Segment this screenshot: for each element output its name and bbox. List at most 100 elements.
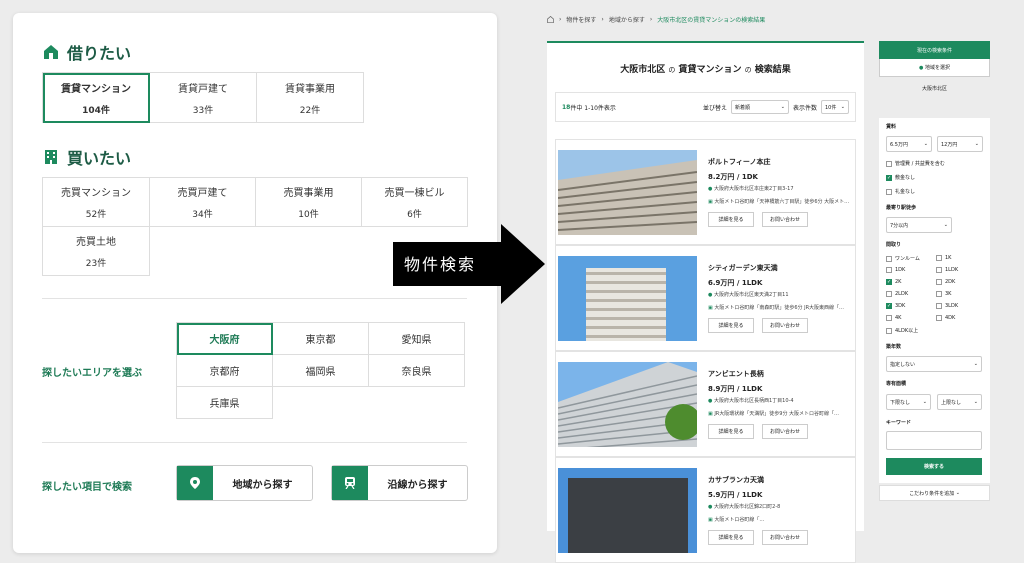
keyword-input[interactable]: [886, 431, 982, 450]
property-photo[interactable]: [558, 362, 697, 447]
contact-button[interactable]: お問い合わせ: [762, 212, 808, 227]
rent-item-mansion[interactable]: 賃貸マンション 104件: [43, 73, 150, 123]
crumb-item[interactable]: 地域から探す: [609, 15, 645, 24]
breadcrumb: › 物件を探す › 地域から探す › 大阪市北区の賃貸マンションの検索結果: [547, 15, 765, 24]
crumb-item[interactable]: 物件を探す: [566, 15, 596, 24]
property-address: ● 大阪府大阪市北区本庄東2丁目3-17: [708, 186, 794, 192]
property-name[interactable]: ポルトフィーノ本庄: [708, 157, 770, 167]
pref-fukuoka[interactable]: 福岡県: [273, 355, 369, 387]
age-label: 築年数: [886, 344, 902, 350]
property-price: 8.9万円 / 1LDK: [708, 385, 763, 393]
property-address: ● 大阪府大阪市北区東天満2丁目11: [708, 292, 789, 298]
walk-select[interactable]: 7分以内 ⌄: [886, 217, 952, 233]
layout-option[interactable]: 1LDK: [936, 267, 958, 273]
layout-option[interactable]: 4LDK以上: [886, 327, 918, 334]
opt-no-deposit[interactable]: ✓ 敷金なし: [886, 174, 915, 181]
result-count: 18: [562, 103, 571, 111]
property-station: ▣ 大阪メトロ谷町線「南森町駅」徒歩6分 JR大阪東西線「…: [708, 305, 845, 311]
buy-item-house[interactable]: 売買戸建て 34件: [150, 178, 256, 227]
property-address: ● 大阪府大阪市北区錦2口町2-8: [708, 504, 781, 510]
result-card[interactable]: ポルトフィーノ本庄 8.2万円 / 1DK ● 大阪府大阪市北区本庄東2丁目3-…: [555, 139, 856, 245]
train-icon: ▣: [708, 517, 713, 523]
contact-button[interactable]: お問い合わせ: [762, 318, 808, 333]
detail-button[interactable]: 詳細を見る: [708, 424, 754, 439]
building-icon: [45, 150, 57, 164]
layout-option[interactable]: 4K: [886, 315, 901, 321]
opt-include-fee[interactable]: 管理費 / 共益費を含む: [886, 160, 945, 167]
per-page-select[interactable]: 10件 ⌄: [821, 100, 849, 114]
property-station: ▣ 大阪メトロ谷町線「天神橋筋六丁目駅」徒歩6分 大阪メト…: [708, 199, 850, 205]
layout-option[interactable]: 4DK: [936, 315, 955, 321]
pref-kyoto[interactable]: 京都府: [177, 355, 273, 387]
pref-osaka[interactable]: 大阪府: [177, 323, 273, 355]
rent-title: 借りたい: [67, 44, 132, 63]
buy-item-land[interactable]: 売買土地 23件: [43, 227, 150, 276]
area-select-button[interactable]: ● 地域を選択: [879, 59, 990, 77]
map-pin-icon: ●: [708, 186, 713, 192]
layout-option[interactable]: 1DK: [886, 267, 905, 273]
add-conditions-button[interactable]: こだわり条件を追加 ⌄: [879, 485, 990, 501]
layout-option[interactable]: 2DK: [936, 279, 955, 285]
train-icon: ▣: [708, 305, 713, 311]
result-card[interactable]: カサブランカ天満 5.9万円 / 1LDK ● 大阪府大阪市北区錦2口町2-8 …: [555, 457, 856, 563]
sidebar: 現在の検索条件 ● 地域を選択 大阪市北区: [879, 41, 990, 99]
property-price: 6.9万円 / 1LDK: [708, 279, 763, 287]
layout-option[interactable]: ワンルーム: [886, 255, 920, 262]
rent-heading: 借りたい: [43, 40, 131, 64]
floor-max-select[interactable]: 上限なし ⌄: [937, 394, 982, 410]
search-by-line-button[interactable]: 沿線から探す: [331, 465, 468, 501]
rent-grid: 賃貸マンション 104件 賃貸戸建て 33件 賃貸事業用 22件: [42, 72, 364, 123]
prefecture-grid: 大阪府 東京都 愛知県 京都府 福岡県 奈良県 兵庫県: [176, 322, 465, 419]
property-name[interactable]: シティガーデン東天満: [708, 263, 778, 273]
buy-item-business[interactable]: 売買事業用 10件: [256, 178, 362, 227]
per-page-label: 表示件数: [792, 104, 817, 112]
property-name[interactable]: アンビエント長柄: [708, 369, 764, 379]
age-select[interactable]: 指定しない ⌄: [886, 356, 982, 372]
current-conditions-button[interactable]: 現在の検索条件: [879, 41, 990, 59]
rent-max-select[interactable]: 12万円 ⌄: [937, 136, 983, 152]
chevron-down-icon: ⌄: [780, 104, 785, 110]
layout-option[interactable]: 2LDK: [886, 291, 908, 297]
property-name[interactable]: カサブランカ天満: [708, 475, 764, 485]
search-line-label: 沿線から探す: [387, 479, 448, 491]
result-card[interactable]: シティガーデン東天満 6.9万円 / 1LDK ● 大阪府大阪市北区東天満2丁目…: [555, 245, 856, 351]
buy-item-building[interactable]: 売買一棟ビル 6件: [362, 178, 468, 227]
map-pin-icon: ●: [708, 504, 713, 510]
contact-button[interactable]: お問い合わせ: [762, 424, 808, 439]
rent-label: 賃料: [886, 124, 897, 130]
map-pin-icon: ●: [708, 398, 713, 404]
buy-item-mansion[interactable]: 売買マンション 52件: [43, 178, 150, 227]
sort-select[interactable]: 新着順 ⌄: [730, 100, 789, 114]
rent-item-house[interactable]: 賃貸戸建て 33件: [150, 73, 257, 123]
layout-option[interactable]: 1K: [936, 255, 951, 261]
pref-aichi[interactable]: 愛知県: [369, 323, 465, 355]
pref-hyogo[interactable]: 兵庫県: [177, 387, 273, 419]
train-icon: [345, 477, 355, 489]
property-photo[interactable]: [558, 256, 697, 341]
pref-tokyo[interactable]: 東京都: [273, 323, 369, 355]
rent-item-business[interactable]: 賃貸事業用 22件: [257, 73, 364, 123]
layout-option[interactable]: 3K: [936, 291, 951, 297]
result-card[interactable]: アンビエント長柄 8.9万円 / 1LDK ● 大阪府大阪市北区長柄西1丁目10…: [555, 351, 856, 457]
rent-min-select[interactable]: 6.5万円 ⌄: [886, 136, 932, 152]
layout-option[interactable]: ✓ 3DK: [886, 303, 905, 309]
home-icon[interactable]: [547, 16, 554, 23]
search-button[interactable]: 検索する: [886, 458, 982, 475]
opt-no-key-money[interactable]: 礼金なし: [886, 188, 915, 195]
detail-button[interactable]: 詳細を見る: [708, 530, 754, 545]
floor-min-select[interactable]: 下限なし ⌄: [886, 394, 931, 410]
detail-button[interactable]: 詳細を見る: [708, 212, 754, 227]
property-photo[interactable]: [558, 468, 697, 553]
map-pin-icon: ●: [919, 64, 924, 71]
pref-nara[interactable]: 奈良県: [369, 355, 465, 387]
results-title: 大阪市北区 の 賃貸マンション の 検索結果: [620, 65, 791, 75]
search-area-label: 地域から探す: [232, 479, 293, 491]
detail-button[interactable]: 詳細を見る: [708, 318, 754, 333]
layout-option[interactable]: 3LDK: [936, 303, 958, 309]
search-by-area-button[interactable]: 地域から探す: [176, 465, 313, 501]
house-icon: [44, 45, 58, 59]
property-photo[interactable]: [558, 150, 697, 235]
contact-button[interactable]: お問い合わせ: [762, 530, 808, 545]
property-address: ● 大阪府大阪市北区長柄西1丁目10-4: [708, 398, 794, 404]
layout-option[interactable]: ✓ 2K: [886, 279, 901, 285]
